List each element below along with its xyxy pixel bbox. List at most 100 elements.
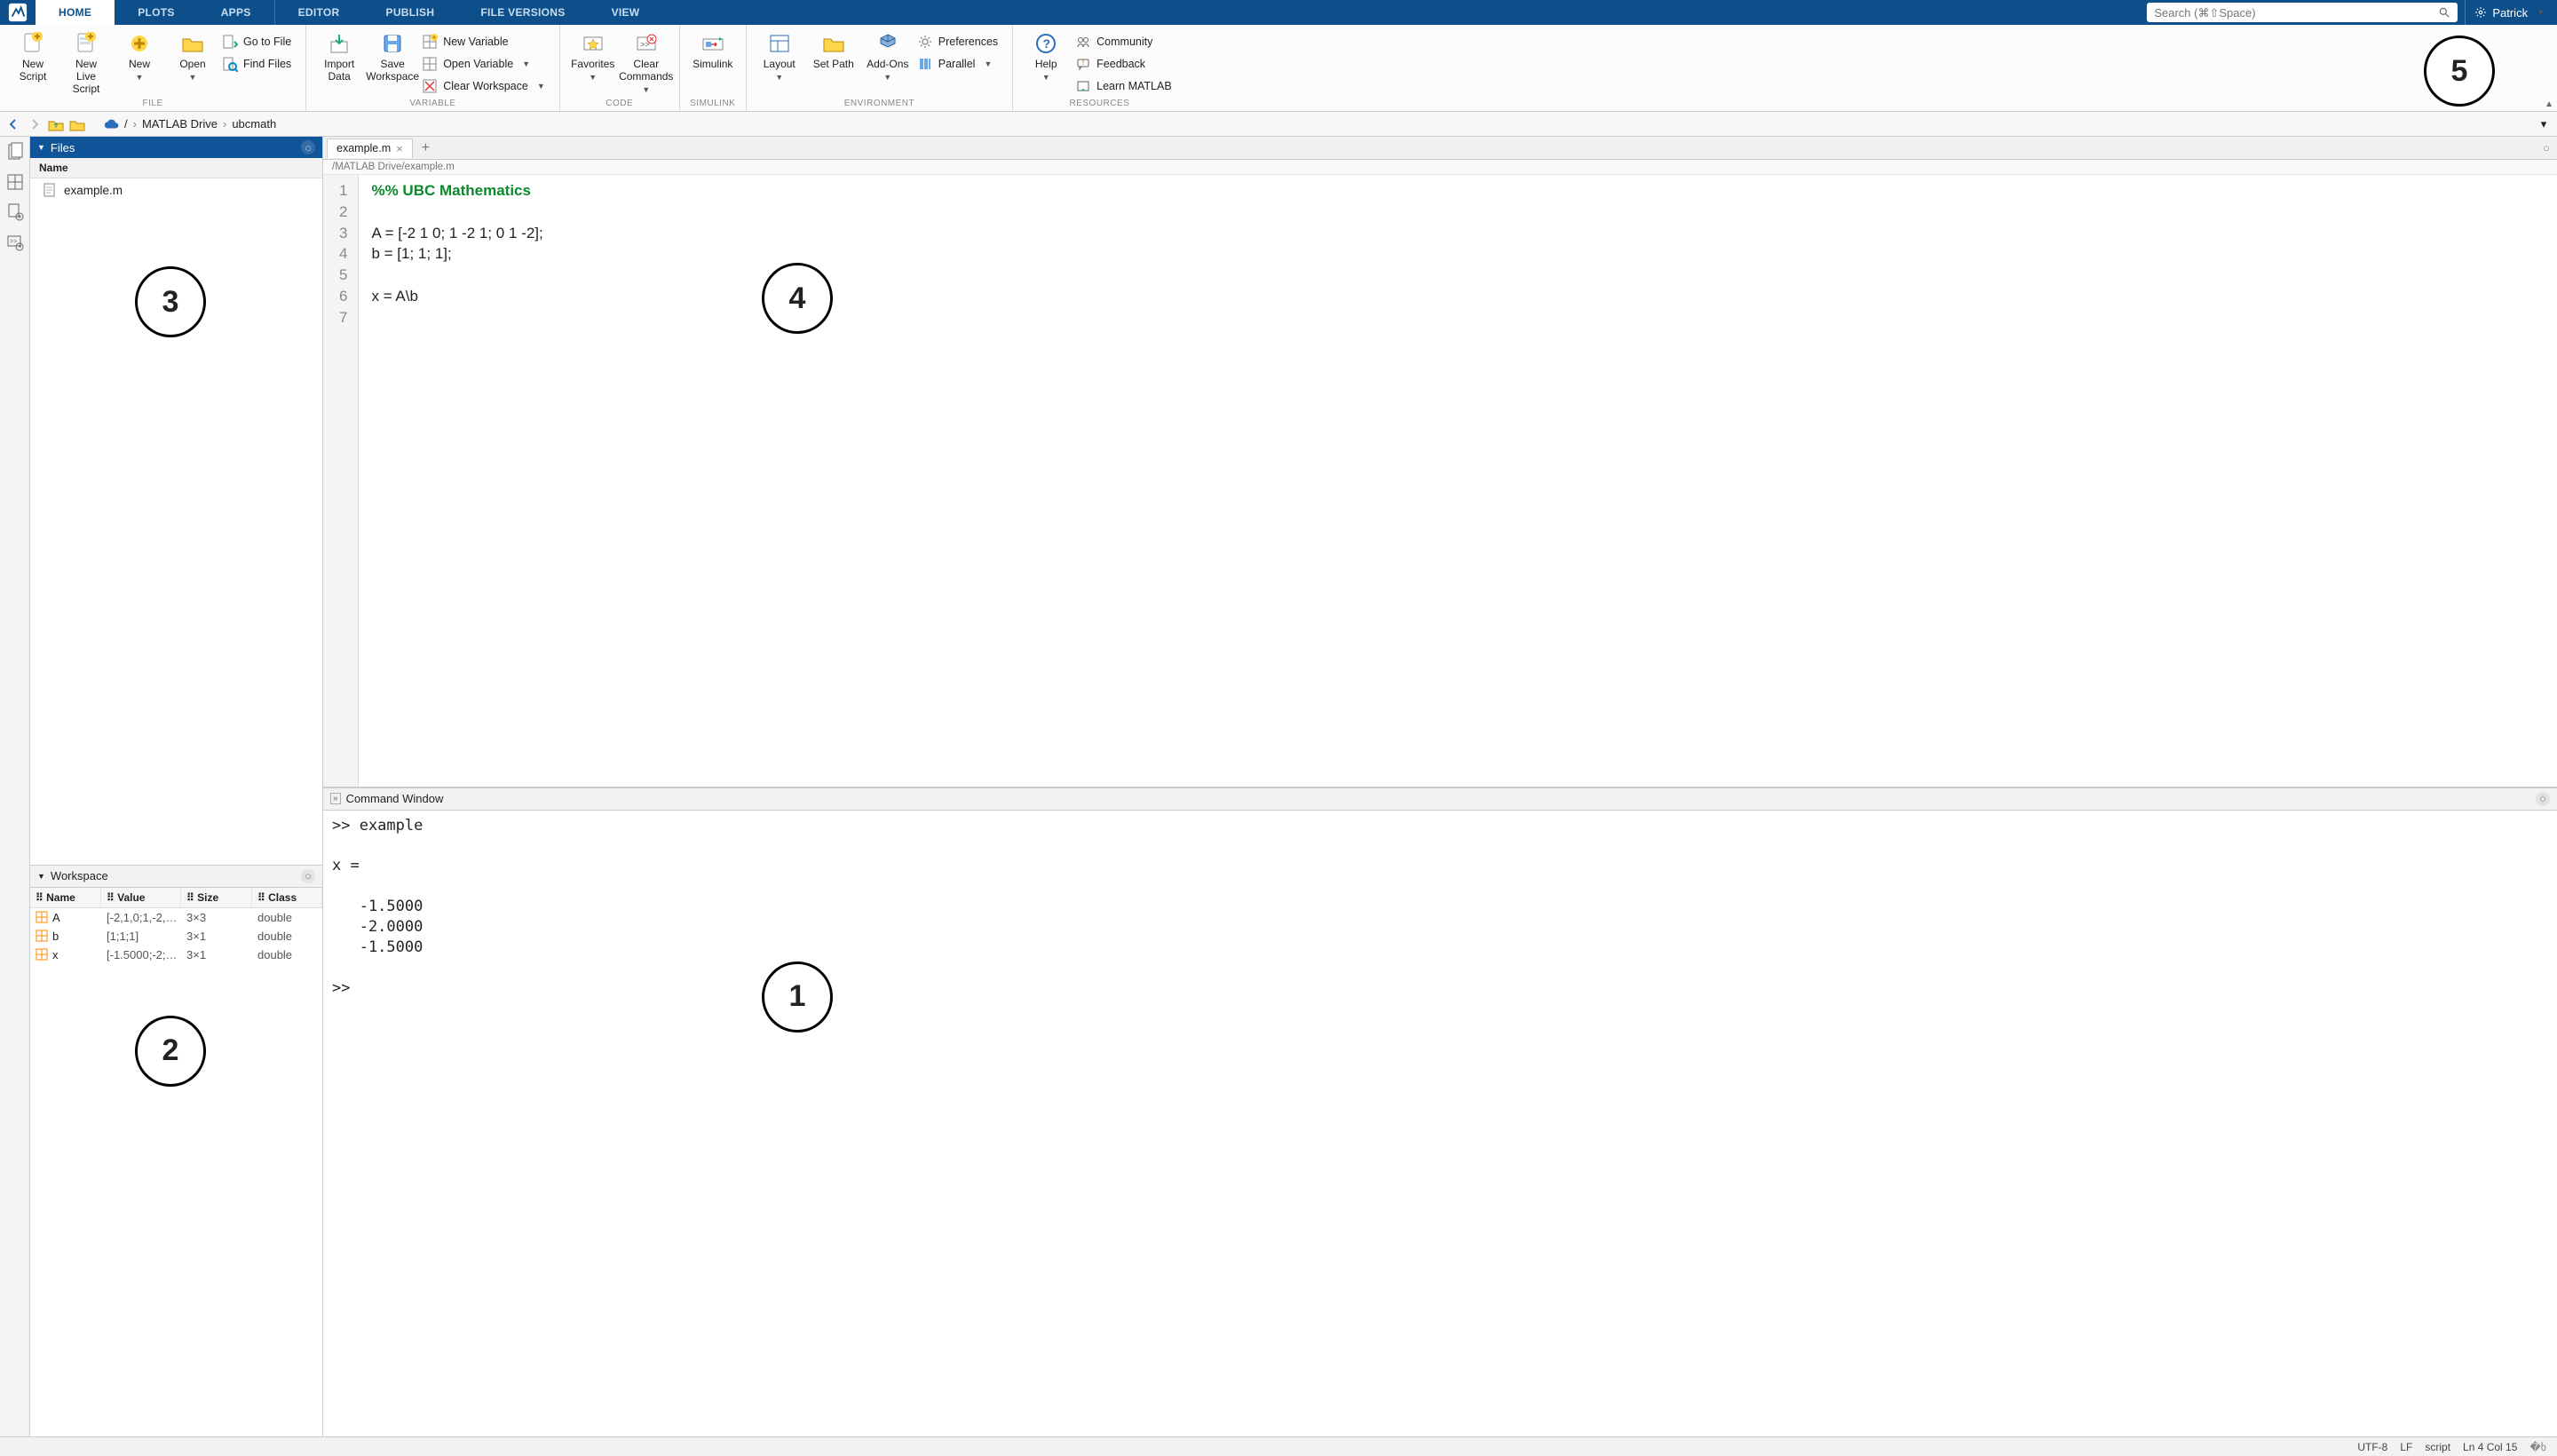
ribbon-group-environment: Layout▼ Set Path Add-Ons▼ Preferences Pa… <box>747 25 1013 111</box>
editor-file-path: /MATLAB Drive/example.m <box>323 160 2557 175</box>
ribbon-group-resources: ?Help▼ Community Feedback Learn MATLAB R… <box>1013 25 1186 111</box>
chevron-down-icon: ▼ <box>2537 8 2545 17</box>
command-window-header[interactable]: » Command Window ○ <box>323 787 2557 811</box>
addons-button[interactable]: Add-Ons▼ <box>862 28 914 83</box>
clear-workspace-button[interactable]: Clear Workspace▼ <box>420 76 552 96</box>
files-column-header[interactable]: Name <box>30 158 322 178</box>
open-button[interactable]: Open▼ <box>167 28 218 83</box>
breadcrumb-seg[interactable]: MATLAB Drive <box>142 117 218 131</box>
editor-code-area[interactable]: 1234567 %% UBC Mathematics A = [-2 1 0; … <box>323 175 2557 787</box>
back-icon[interactable] <box>5 116 21 132</box>
feedback-button[interactable]: Feedback <box>1073 54 1179 74</box>
clear-commands-button[interactable]: >>Clear Commands▼ <box>621 28 672 96</box>
browse-folder-icon[interactable] <box>69 116 85 132</box>
toolstrip-tabs: HOME PLOTS APPS EDITOR PUBLISH FILE VERS… <box>0 0 2557 25</box>
tab-apps[interactable]: APPS <box>198 0 274 25</box>
save-workspace-button[interactable]: Save Workspace <box>367 28 418 85</box>
ribbon-group-label: FILE <box>0 97 305 111</box>
ribbon-collapse-icon[interactable]: ▲ <box>2545 99 2553 109</box>
up-folder-icon[interactable] <box>48 116 64 132</box>
tab-publish[interactable]: PUBLISH <box>363 0 458 25</box>
ws-col-class[interactable]: ⠿ Class <box>252 888 322 907</box>
ws-col-value[interactable]: ⠿ Value <box>101 888 181 907</box>
favorites-button[interactable]: Favorites▼ <box>567 28 619 83</box>
new-tab-icon[interactable]: + <box>413 140 439 156</box>
user-name: Patrick <box>2492 6 2528 20</box>
workspace-panel-header[interactable]: ▼ Workspace ○ <box>30 865 322 888</box>
rail-source-control-icon[interactable] <box>5 202 25 222</box>
workspace-table: ⠿ Name ⠿ Value ⠿ Size ⠿ Class A[-2,1,0;1… <box>30 888 322 1436</box>
close-icon[interactable]: ○ <box>301 140 315 154</box>
svg-text:>>: >> <box>10 239 17 245</box>
workspace-row[interactable]: x[-1.5000;-2;…3×1double <box>30 946 322 964</box>
annotation-3: 3 <box>135 266 206 337</box>
files-panel-header[interactable]: ▼ Files ○ <box>30 137 322 158</box>
ribbon-group-label: SIMULINK <box>680 97 746 111</box>
matlab-logo-icon[interactable] <box>0 0 36 25</box>
find-files-button[interactable]: Find Files <box>220 54 298 74</box>
ribbon: New Script New Live Script New▼ Open▼ Go… <box>0 25 2557 112</box>
status-cursor-pos: Ln 4 Col 15 <box>2463 1441 2517 1453</box>
tab-home[interactable]: HOME <box>36 0 115 25</box>
collapse-icon[interactable]: ▼ <box>37 872 45 881</box>
simulink-button[interactable]: Simulink <box>687 28 739 73</box>
left-column: ▼ Files ○ Name example.m 3 ▼ Workspace ○… <box>30 137 323 1436</box>
search-input[interactable] <box>2154 6 2438 20</box>
status-eol[interactable]: LF <box>2400 1441 2412 1453</box>
preferences-button[interactable]: Preferences <box>915 32 1005 51</box>
ribbon-group-label: RESOURCES <box>1013 97 1186 111</box>
rail-files-icon[interactable] <box>5 142 25 162</box>
status-encoding[interactable]: UTF-8 <box>2357 1441 2387 1453</box>
breadcrumb-root[interactable]: / <box>124 117 128 131</box>
close-icon[interactable]: × <box>396 142 403 155</box>
tab-editor[interactable]: EDITOR <box>274 0 363 25</box>
new-script-button[interactable]: New Script <box>7 28 59 85</box>
learn-matlab-button[interactable]: Learn MATLAB <box>1073 76 1179 96</box>
ws-col-name[interactable]: ⠿ Name <box>30 888 101 907</box>
ribbon-group-file: New Script New Live Script New▼ Open▼ Go… <box>0 25 306 111</box>
panel-title: Files <box>51 141 75 154</box>
goto-file-button[interactable]: Go to File <box>220 32 298 51</box>
panel-menu-icon[interactable]: ○ <box>2543 141 2550 154</box>
new-live-script-button[interactable]: New Live Script <box>60 28 112 97</box>
set-path-button[interactable]: Set Path <box>807 28 860 73</box>
community-button[interactable]: Community <box>1073 32 1179 51</box>
editor-tab[interactable]: example.m × <box>327 138 413 158</box>
code-lines[interactable]: %% UBC Mathematics A = [-2 1 0; 1 -2 1; … <box>359 175 555 787</box>
close-icon[interactable]: ○ <box>301 869 315 883</box>
path-dropdown-icon[interactable]: ▾ <box>2536 116 2552 132</box>
ribbon-group-simulink: Simulink SIMULINK <box>680 25 747 111</box>
panel-title: Workspace <box>51 869 108 882</box>
new-button[interactable]: New▼ <box>114 28 165 83</box>
import-data-button[interactable]: Import Data <box>313 28 365 85</box>
new-variable-button[interactable]: New Variable <box>420 32 552 51</box>
close-icon[interactable]: ○ <box>2536 792 2550 806</box>
layout-button[interactable]: Layout▼ <box>754 28 805 83</box>
status-menu-icon[interactable]: �ხ <box>2529 1441 2546 1453</box>
command-window-body[interactable]: >> example x = -1.5000 -2.0000 -1.5000 >… <box>323 811 2557 1437</box>
workspace-row[interactable]: b[1;1;1]3×1double <box>30 927 322 946</box>
collapse-icon[interactable]: ▼ <box>37 143 45 152</box>
parallel-button[interactable]: Parallel▼ <box>915 54 1005 74</box>
main-layout: >> ▼ Files ○ Name example.m 3 ▼ Workspac… <box>0 137 2557 1436</box>
sidebar-rail: >> <box>0 137 30 1436</box>
tab-view[interactable]: VIEW <box>589 0 663 25</box>
ribbon-group-variable: Import Data Save Workspace New Variable … <box>306 25 560 111</box>
breadcrumb-seg[interactable]: ubcmath <box>232 117 276 131</box>
file-row[interactable]: example.m <box>30 178 322 202</box>
user-menu[interactable]: Patrick ▼ <box>2465 0 2557 25</box>
center-column: example.m × + ○ /MATLAB Drive/example.m … <box>323 137 2557 1436</box>
search-box[interactable] <box>2147 3 2458 22</box>
rail-workspace-icon[interactable] <box>5 172 25 192</box>
ws-col-size[interactable]: ⠿ Size <box>181 888 252 907</box>
help-button[interactable]: ?Help▼ <box>1020 28 1072 83</box>
status-bar: UTF-8 LF script Ln 4 Col 15 �ხ <box>0 1436 2557 1456</box>
rail-history-icon[interactable]: >> <box>5 233 25 252</box>
forward-icon[interactable] <box>27 116 43 132</box>
open-variable-button[interactable]: Open Variable▼ <box>420 54 552 74</box>
tab-file-versions[interactable]: FILE VERSIONS <box>457 0 588 25</box>
workspace-row[interactable]: A[-2,1,0;1,-2,…3×3double <box>30 908 322 927</box>
tab-plots[interactable]: PLOTS <box>115 0 198 25</box>
cloud-icon[interactable] <box>103 116 119 132</box>
current-folder-toolbar: / › MATLAB Drive › ubcmath ▾ <box>0 112 2557 137</box>
